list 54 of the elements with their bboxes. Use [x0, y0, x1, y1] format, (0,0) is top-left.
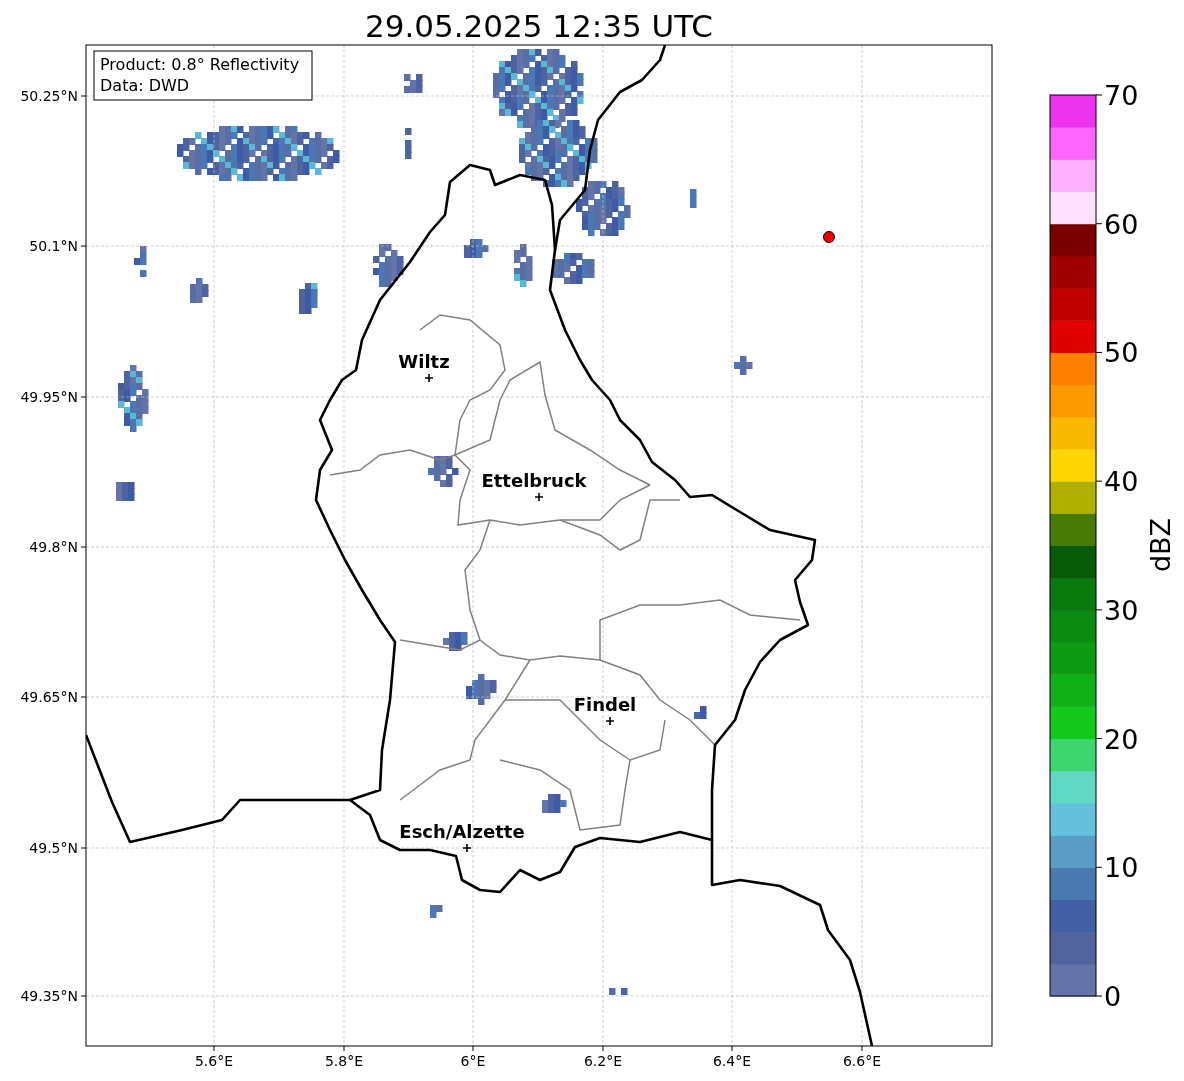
city-label: Ettelbruck: [481, 470, 587, 491]
y-tick-label: 49.95°N: [20, 389, 78, 405]
rain-echo: [190, 278, 209, 303]
rain-echo: [373, 244, 404, 287]
rain-echo: [552, 253, 595, 284]
rain-echo: [405, 128, 412, 159]
y-tick-label: 49.5°N: [29, 840, 78, 856]
x-tick-label: 6.2°E: [583, 1053, 623, 1069]
x-tick-label: 6.4°E: [712, 1053, 752, 1069]
city-marker-icon: [605, 716, 615, 726]
rain-echo: [694, 706, 707, 719]
rain-echo: [134, 246, 147, 277]
rain-echo: [464, 239, 489, 258]
rain-echo: [299, 283, 318, 314]
rain-echo: [734, 356, 753, 375]
colorbar-tick-label: 0: [1104, 981, 1122, 1012]
x-tick-label: 5.6°E: [194, 1053, 234, 1069]
city-marker-icon: [462, 843, 472, 853]
colorbar-tick-label: 60: [1104, 208, 1139, 240]
rain-echo: [116, 482, 135, 501]
x-tick-label: 5.8°E: [324, 1053, 364, 1069]
y-tick-label: 50.1°N: [29, 238, 78, 254]
site-marker: [823, 231, 835, 243]
colorbar-tick-label: 70: [1104, 80, 1139, 111]
rain-echo: [609, 988, 628, 995]
x-tick-label: 6.6°E: [842, 1053, 882, 1069]
info-text: Product: 0.8° Reflectivity: [100, 55, 300, 74]
y-tick-label: 49.65°N: [20, 689, 78, 705]
rain-echo: [118, 365, 149, 432]
colorbar-tick-label: 40: [1104, 466, 1139, 498]
city-label: Findel: [573, 694, 637, 715]
rain-echo: [430, 905, 443, 918]
rain-echo: [404, 74, 423, 93]
y-tick-label: 50.25°N: [20, 88, 78, 104]
rain-echo: [443, 632, 468, 651]
map-title: 29.05.2025 12:35 UTC: [365, 8, 713, 44]
rain-echo: [466, 674, 497, 705]
colorbar-tick-label: 50: [1104, 337, 1139, 369]
city-marker-icon: [424, 373, 434, 383]
colorbar-label: dBZ: [1145, 517, 1176, 573]
rain-echo: [428, 456, 459, 487]
rain-echo: [690, 189, 697, 208]
colorbar-tick-label: 20: [1104, 723, 1139, 755]
x-tick-label: 6°E: [460, 1053, 486, 1069]
city-marker-icon: [534, 492, 544, 502]
info-text: Data: DWD: [100, 76, 190, 95]
y-tick-label: 49.8°N: [29, 539, 78, 555]
rain-echo: [542, 794, 567, 813]
colorbar-tick-label: 30: [1104, 594, 1139, 626]
city-label: Wiltz: [398, 351, 450, 372]
colorbar-tick-label: 10: [1104, 852, 1139, 884]
rain-echo: [514, 244, 533, 287]
city-label: Esch/Alzette: [399, 821, 525, 842]
y-tick-label: 49.35°N: [20, 988, 78, 1004]
